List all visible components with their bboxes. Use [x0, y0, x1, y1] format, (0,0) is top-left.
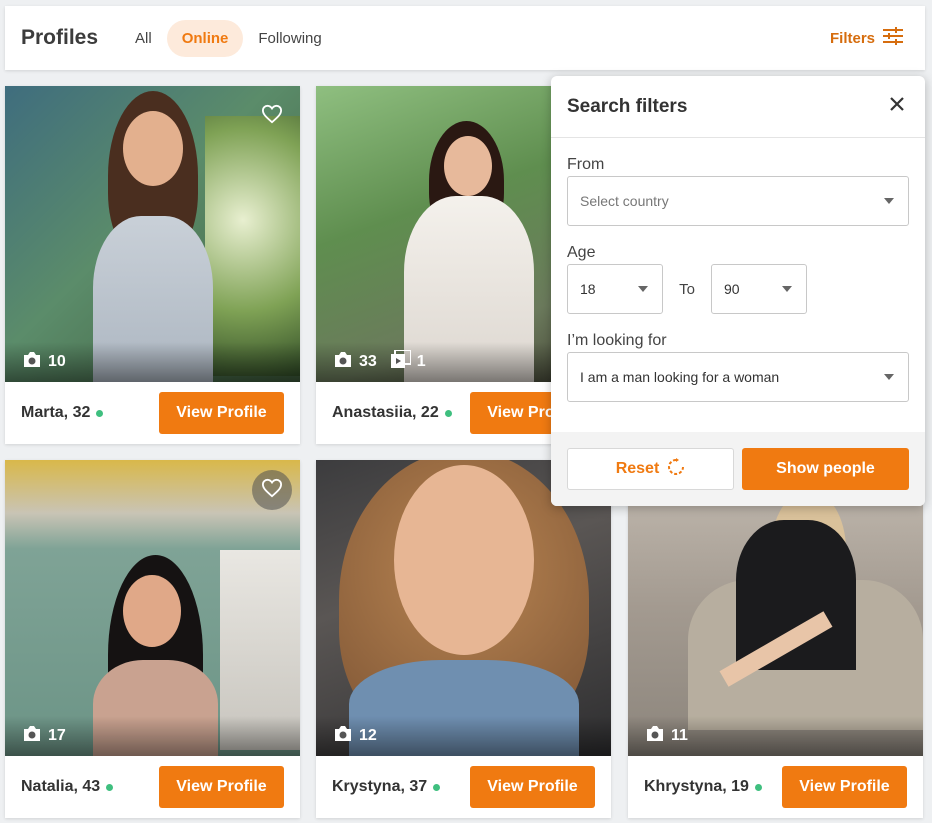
looking-for-value: I am a man looking for a woman [580, 369, 780, 385]
tab-following[interactable]: Following [243, 20, 336, 57]
profile-card: 12 Krystyna, 37 View Profile [316, 460, 611, 818]
country-select[interactable]: Select country [567, 176, 909, 226]
camera-icon [333, 725, 353, 747]
online-indicator [754, 783, 762, 791]
profile-tabs: All Online Following [120, 19, 337, 57]
photo-count: 10 [22, 351, 66, 373]
video-count-value: 1 [416, 352, 426, 370]
profile-name: Krystyna, 37 [332, 778, 441, 796]
age-to-select[interactable]: 90 [711, 264, 807, 314]
age-to-value: 90 [724, 281, 740, 297]
heart-icon [261, 104, 283, 129]
close-button[interactable] [885, 95, 909, 119]
photo-count: 11 [645, 725, 688, 747]
online-indicator [444, 409, 452, 417]
tab-online[interactable]: Online [166, 19, 244, 57]
view-profile-button[interactable]: View Profile [159, 392, 284, 434]
profile-photo[interactable]: 10 [5, 86, 300, 382]
profile-name-text: Anastasiia, 22 [332, 404, 439, 421]
profile-name-text: Khrystyna, 19 [644, 778, 749, 795]
online-indicator [106, 783, 114, 791]
online-indicator [96, 409, 104, 417]
view-profile-button[interactable]: View Profile [782, 766, 907, 808]
camera-icon [22, 351, 42, 373]
profile-card: 10 Marta, 32 View Profile [5, 86, 300, 444]
chevron-down-icon [884, 374, 894, 380]
profile-card: 11 Khrystyna, 19 View Profile [628, 460, 923, 818]
profile-name: Khrystyna, 19 [644, 778, 762, 796]
heart-icon [261, 478, 283, 503]
age-label: Age [567, 244, 596, 261]
camera-icon [645, 725, 665, 747]
photo-count-value: 10 [48, 353, 66, 370]
photo-count: 12 [333, 725, 377, 747]
view-profile-button[interactable]: View Profile [159, 766, 284, 808]
favorite-button[interactable] [252, 96, 292, 136]
video-count: 1 [390, 349, 426, 373]
photo-count-value: 33 [359, 352, 377, 370]
filters-label: Filters [829, 29, 875, 47]
view-profile-button[interactable]: View Profile [470, 766, 595, 808]
camera-icon [333, 351, 353, 373]
chevron-down-icon [782, 286, 792, 292]
profile-name-text: Krystyna, 37 [332, 778, 428, 795]
video-icon [390, 349, 412, 373]
photo-count: 17 [22, 725, 66, 747]
filters-button[interactable]: Filters [830, 27, 903, 49]
tab-all[interactable]: All [120, 20, 167, 57]
profile-name-text: Natalia, 43 [21, 778, 101, 795]
refresh-icon [667, 457, 685, 481]
photo-count: 33 [333, 351, 377, 373]
sliders-icon [883, 27, 903, 49]
page-title: Profiles [21, 26, 99, 49]
profile-card: 17 Natalia, 43 View Profile [5, 460, 300, 818]
profile-name: Anastasiia, 22 [332, 404, 452, 422]
photo-count-value: 12 [359, 727, 377, 744]
profile-name: Natalia, 43 [21, 778, 114, 796]
age-from-value: 18 [580, 281, 596, 297]
reset-button[interactable]: Reset [567, 448, 734, 490]
close-icon [889, 96, 905, 117]
photo-count-value: 17 [48, 727, 66, 744]
search-filters-panel: Search filters From Select country Age 1… [551, 76, 925, 506]
online-indicator [433, 783, 441, 791]
profile-name: Marta, 32 [21, 404, 104, 422]
camera-icon [22, 725, 42, 747]
top-bar: Profiles All Online Following Filters [5, 6, 925, 70]
age-to-label: To [679, 280, 695, 298]
profile-photo[interactable]: 17 [5, 460, 300, 756]
chevron-down-icon [884, 198, 894, 204]
chevron-down-icon [638, 286, 648, 292]
country-select-value: Select country [580, 193, 669, 209]
show-people-button[interactable]: Show people [742, 448, 909, 490]
looking-for-select[interactable]: I am a man looking for a woman [567, 352, 909, 402]
photo-count-value: 11 [671, 727, 688, 744]
looking-for-label: I’m looking for [567, 332, 667, 349]
reset-label: Reset [615, 460, 660, 477]
profile-name-text: Marta, 32 [21, 404, 91, 421]
search-filters-title: Search filters [567, 95, 688, 117]
from-label: From [567, 156, 605, 173]
favorite-button[interactable] [252, 470, 292, 510]
age-from-select[interactable]: 18 [567, 264, 663, 314]
